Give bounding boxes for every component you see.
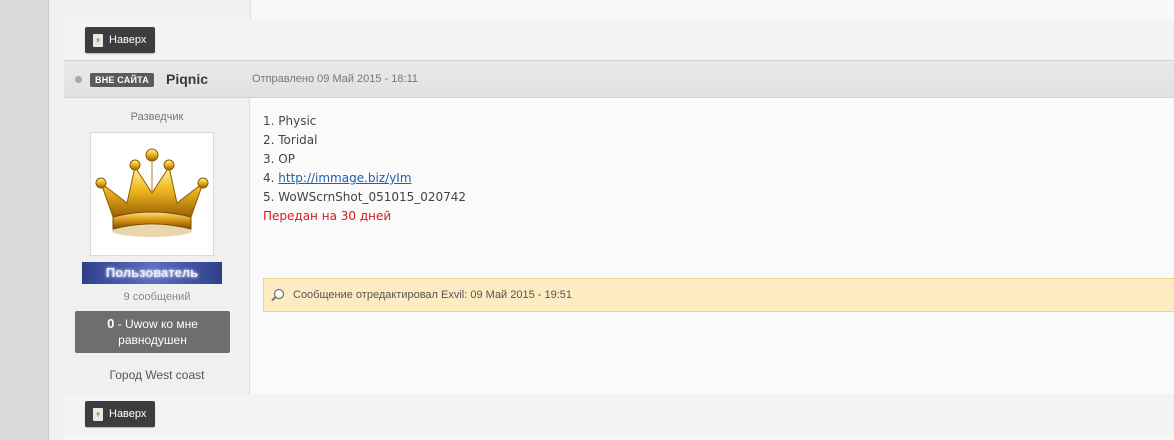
magnifier-icon	[271, 288, 285, 302]
topic-content: Наверх ВНЕ САЙТА Piqnic Отправлено 09 Ма…	[64, 0, 1174, 440]
reputation-line-1: 0 - Uwow ко мне равнодушен	[75, 316, 230, 348]
page-left-border	[48, 0, 64, 440]
author-info-panel: Разведчик Пользователь 9 сообщений 0 - U…	[64, 98, 250, 394]
post-link[interactable]: http://immage.biz/yIm	[278, 171, 411, 185]
post-count: 9 сообщений	[123, 291, 191, 303]
transfer-note: Передан на 30 дней	[263, 209, 392, 223]
previous-post-remnant	[64, 0, 1174, 21]
crown-icon	[95, 148, 209, 237]
reputation-value: 0	[107, 316, 115, 331]
post-line: 5. WoWScrnShot_051015_020742	[263, 190, 467, 204]
back-to-top-button[interactable]: Наверх	[85, 401, 156, 427]
previous-post-author-column	[64, 0, 251, 20]
post-line: 3. OP	[263, 152, 295, 166]
author-rank: Разведчик	[130, 111, 184, 123]
post-line: 4. http://immage.biz/yIm	[263, 169, 466, 188]
post-text: 1. Physic 2. Toridal 3. OP 4. http://imm…	[263, 112, 466, 226]
previous-post-footer: Наверх	[64, 20, 1174, 60]
online-status-dot-icon	[75, 76, 82, 83]
arrow-up-page-icon	[93, 33, 103, 47]
author-name-link[interactable]: Piqnic	[166, 71, 208, 87]
reputation-box: 0 - Uwow ко мне равнодушен	[75, 311, 230, 353]
user-group-label: Пользователь	[82, 262, 222, 284]
edit-notice-text: Сообщение отредактировал Exvil: 09 Май 2…	[293, 289, 573, 301]
arrow-up-page-icon	[93, 407, 103, 421]
post-header: ВНЕ САЙТА Piqnic Отправлено 09 Май 2015 …	[64, 60, 1174, 98]
post-footer: Наверх	[64, 394, 1174, 434]
back-to-top-label: Наверх	[109, 34, 147, 46]
post-body: 1. Physic 2. Toridal 3. OP 4. http://imm…	[250, 98, 1174, 394]
post-line: 2. Toridal	[263, 133, 318, 147]
author-city: Город West coast	[109, 368, 205, 382]
status-badge: ВНЕ САЙТА	[90, 73, 154, 87]
back-to-top-button[interactable]: Наверх	[85, 27, 156, 53]
post-line: 1. Physic	[263, 114, 317, 128]
avatar[interactable]	[90, 132, 214, 256]
edit-notice: Сообщение отредактировал Exvil: 09 Май 2…	[263, 278, 1174, 312]
back-to-top-label: Наверх	[109, 408, 147, 420]
page-left-gutter	[0, 0, 48, 440]
post-line-prefix: 4.	[263, 171, 279, 185]
reputation-text: - Uwow ко мне равнодушен	[117, 317, 198, 347]
post-date[interactable]: Отправлено 09 Май 2015 - 18:11	[252, 73, 418, 85]
